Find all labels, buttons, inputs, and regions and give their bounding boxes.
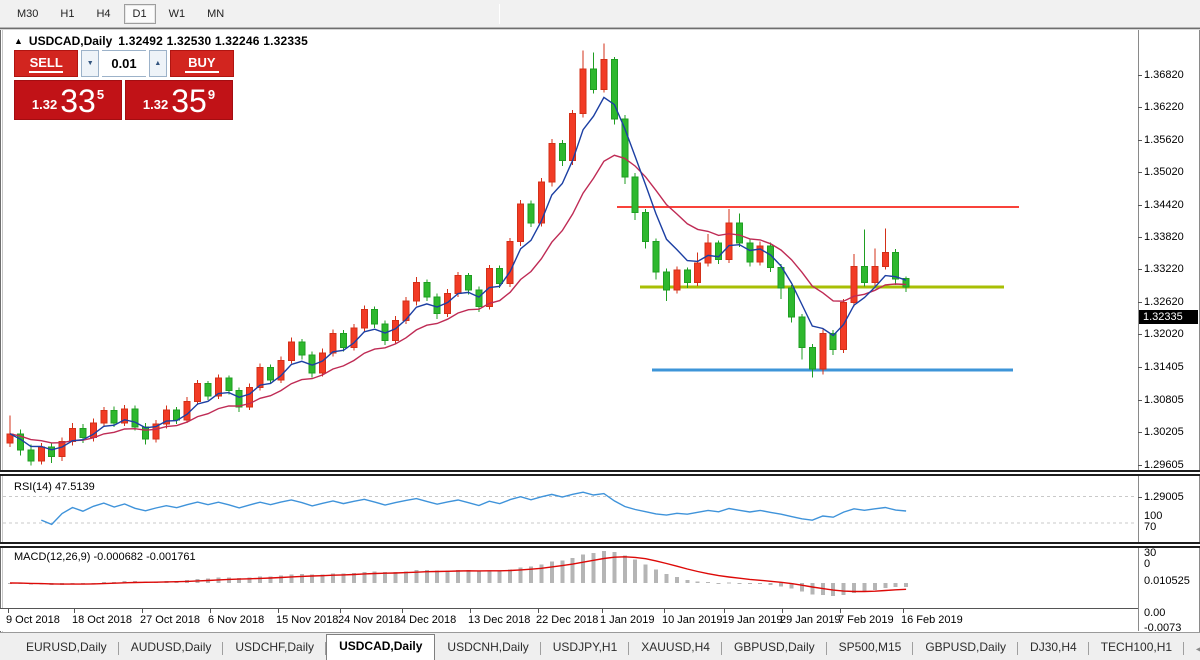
timeframe-button-h1[interactable]: H1 <box>51 4 83 24</box>
price-axis-label: 1.34420 <box>1144 199 1184 211</box>
date-axis-label: 29 Jan 2019 <box>780 614 841 626</box>
price-axis-tick <box>1138 107 1142 108</box>
date-axis[interactable]: 9 Oct 2018 18 Oct 2018 27 Oct 2018 6 Nov 20… <box>0 608 1138 631</box>
date-axis-tick <box>724 609 725 613</box>
rsi-axis-label: 0 <box>1144 558 1150 570</box>
date-axis-label: 1 Jan 2019 <box>600 614 654 626</box>
timeframe-button-mn[interactable]: MN <box>198 4 233 24</box>
chart-tab-xauusd-h4[interactable]: XAUUSD,H4 <box>629 636 722 660</box>
price-axis-tick <box>1138 367 1142 368</box>
date-axis-tick <box>340 609 341 613</box>
rsi-axis-label: 70 <box>1144 521 1156 533</box>
price-axis-label: 1.35020 <box>1144 166 1184 178</box>
date-axis-tick <box>278 609 279 613</box>
date-axis-label: 16 Feb 2019 <box>901 614 963 626</box>
toolbar-separator <box>499 4 500 24</box>
timeframe-button-h4[interactable]: H4 <box>87 4 119 24</box>
price-axis-label: 1.32020 <box>1144 328 1184 340</box>
price-axis-label: 1.33220 <box>1144 263 1184 275</box>
timeframe-button-d1[interactable]: D1 <box>124 4 156 24</box>
timeframe-toolbar: M30H1H4D1W1MN <box>0 0 1200 28</box>
price-axis-label: 1.36220 <box>1144 101 1184 113</box>
date-axis-label: 15 Nov 2018 <box>276 614 338 626</box>
date-axis-label: 7 Feb 2019 <box>838 614 894 626</box>
chart-tab-tech100-h1[interactable]: TECH100,H1 <box>1089 636 1184 660</box>
macd-axis-label: -0.0073 <box>1144 622 1181 634</box>
window-left-border <box>0 30 1 660</box>
date-axis-label: 27 Oct 2018 <box>140 614 200 626</box>
price-axis-label: 1.36820 <box>1144 69 1184 81</box>
macd-axis-label: 0.010525 <box>1144 575 1190 587</box>
price-axis-label: 1.30205 <box>1144 426 1184 438</box>
date-axis-tick <box>210 609 211 613</box>
rsi-chart[interactable] <box>3 477 1138 542</box>
chart-tab-gbpusd-daily[interactable]: GBPUSD,Daily <box>913 636 1018 660</box>
chart-tab-usdcad-daily[interactable]: USDCAD,Daily <box>326 634 435 660</box>
chart-tab-eurusd-daily[interactable]: EURUSD,Daily <box>14 636 119 660</box>
date-axis-label: 18 Oct 2018 <box>72 614 132 626</box>
date-axis-label: 4 Dec 2018 <box>400 614 456 626</box>
date-axis-tick <box>903 609 904 613</box>
date-axis-label: 13 Dec 2018 <box>468 614 530 626</box>
price-axis-label: 1.35620 <box>1144 134 1184 146</box>
price-axis-label: 1.33820 <box>1144 231 1184 243</box>
price-axis-tick <box>1138 497 1142 498</box>
tab-scroll-left-icon[interactable]: ◄ <box>1194 644 1200 654</box>
price-axis-tick <box>1138 205 1142 206</box>
mt4-window: M30H1H4D1W1MN ▲ USDCAD,Daily 1.32492 1.3… <box>0 0 1200 660</box>
macd-axis-label: 0.00 <box>1144 607 1165 619</box>
price-axis-label: 1.29605 <box>1144 459 1184 471</box>
chart-window: ▲ USDCAD,Daily 1.32492 1.32530 1.32246 1… <box>0 30 1200 660</box>
chart-tab-gbpusd-daily[interactable]: GBPUSD,Daily <box>722 636 827 660</box>
date-axis-label: 22 Dec 2018 <box>536 614 598 626</box>
current-price-badge: 1.32335 <box>1139 310 1198 324</box>
chart-tab-dj30-h4[interactable]: DJ30,H4 <box>1018 636 1089 660</box>
price-axis-tick <box>1138 237 1142 238</box>
price-axis-tick <box>1138 75 1142 76</box>
price-axis-separator <box>1138 30 1139 631</box>
chart-tab-bar: EURUSD,DailyAUDUSD,DailyUSDCHF,DailyUSDC… <box>0 632 1200 660</box>
chart-tab-audusd-daily[interactable]: AUDUSD,Daily <box>119 636 224 660</box>
price-axis-tick <box>1138 302 1142 303</box>
date-axis-label: 10 Jan 2019 <box>662 614 723 626</box>
date-axis-tick <box>470 609 471 613</box>
date-axis-tick <box>538 609 539 613</box>
chart-tab-usdchf-daily[interactable]: USDCHF,Daily <box>223 636 326 660</box>
price-axis-label: 1.31405 <box>1144 361 1184 373</box>
date-axis-tick <box>74 609 75 613</box>
timeframe-button-m30[interactable]: M30 <box>8 4 47 24</box>
date-axis-tick <box>142 609 143 613</box>
price-axis-tick <box>1138 400 1142 401</box>
chart-tab-usdjpy-h1[interactable]: USDJPY,H1 <box>541 636 629 660</box>
date-axis-label: 24 Nov 2018 <box>338 614 400 626</box>
chart-tab-sp500-m15[interactable]: SP500,M15 <box>827 636 914 660</box>
price-axis-tick <box>1138 269 1142 270</box>
date-axis-label: 6 Nov 2018 <box>208 614 264 626</box>
timeframe-button-w1[interactable]: W1 <box>160 4 195 24</box>
price-axis-tick <box>1138 334 1142 335</box>
macd-chart[interactable] <box>3 546 1138 608</box>
date-axis-label: 9 Oct 2018 <box>6 614 60 626</box>
date-axis-tick <box>782 609 783 613</box>
date-axis-tick <box>402 609 403 613</box>
price-axis-tick <box>1138 140 1142 141</box>
price-axis-label: 1.29005 <box>1144 491 1184 503</box>
price-axis-tick <box>1138 432 1142 433</box>
price-axis-tick <box>1138 465 1142 466</box>
price-axis-label: 1.32620 <box>1144 296 1184 308</box>
candlestick-chart[interactable] <box>3 30 1138 470</box>
price-axis-tick <box>1138 172 1142 173</box>
date-axis-tick <box>602 609 603 613</box>
date-axis-label: 19 Jan 2019 <box>722 614 783 626</box>
date-axis-tick <box>664 609 665 613</box>
chart-tab-usdcnh-daily[interactable]: USDCNH,Daily <box>435 636 540 660</box>
price-axis-label: 1.30805 <box>1144 394 1184 406</box>
panel-separator[interactable] <box>0 470 1200 476</box>
date-axis-tick <box>8 609 9 613</box>
date-axis-tick <box>840 609 841 613</box>
